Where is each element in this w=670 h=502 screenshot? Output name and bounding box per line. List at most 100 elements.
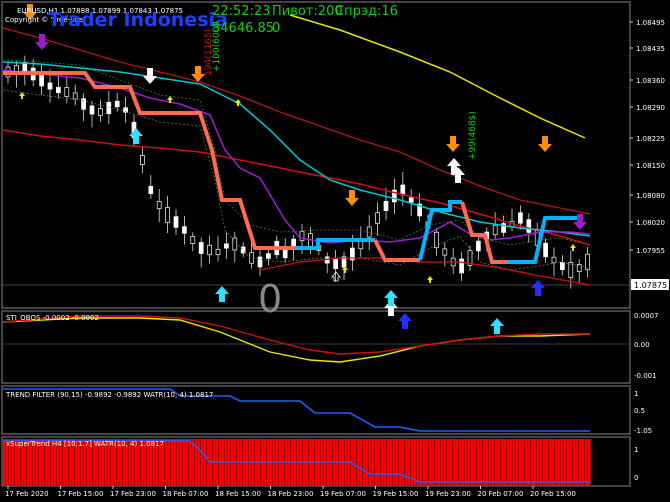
trend-tick-mid: 0.5: [634, 407, 645, 415]
candle-body: [156, 201, 162, 209]
sell-arrow-icon: [345, 190, 359, 206]
vertical-profit-label: +100(600): [212, 23, 222, 72]
histogram-bar: [366, 439, 369, 485]
histogram-bar: [390, 439, 393, 485]
histogram-bar: [186, 439, 189, 485]
histogram-bar: [498, 439, 501, 485]
candle-body: [198, 242, 204, 254]
histogram-bar: [555, 439, 558, 485]
histogram-bar: [480, 439, 483, 485]
histogram-bar: [357, 439, 360, 485]
candle-body: [526, 219, 532, 233]
histogram-bar: [486, 439, 489, 485]
histogram-bar: [384, 439, 387, 485]
histogram-bar: [531, 439, 534, 485]
time-tick-label: 19 Feb 15:00: [373, 490, 419, 498]
candle-body: [165, 207, 170, 223]
candle-body: [173, 216, 179, 228]
histogram-bar: [567, 439, 570, 485]
candle-body: [39, 73, 44, 87]
buy-arrow-icon: [215, 286, 229, 302]
clock-text: 22:52:23: [212, 4, 270, 19]
histogram-bar: [165, 439, 168, 485]
histogram-bar: [552, 439, 555, 485]
histogram-bar: [492, 439, 495, 485]
minor-signal-icon: [427, 276, 433, 283]
trading-chart[interactable]: 1.08495 1.08435 1.08360 1.08290 1.08225 1.081…: [0, 0, 670, 502]
candle-body: [148, 186, 154, 194]
histogram-bar: [456, 439, 459, 485]
candle-body: [459, 258, 464, 274]
histogram-bar: [429, 439, 432, 485]
histogram-bar: [546, 439, 549, 485]
price-tick-label: 1.07955: [636, 247, 665, 255]
cyan-moving-average: [2, 61, 591, 237]
signal-arrows: [19, 4, 587, 334]
sell-arrow-icon: [191, 66, 205, 82]
candle-body: [56, 86, 61, 94]
histogram-bar: [513, 439, 516, 485]
candle-body: [492, 224, 498, 236]
candle-body: [400, 184, 406, 196]
histogram-bar: [522, 439, 525, 485]
lower-red-line: [259, 257, 591, 286]
candle-body: [383, 201, 389, 211]
histogram-bar: [459, 439, 462, 485]
time-tick-label: 19 Feb 23:00: [425, 490, 471, 498]
candle-body: [215, 248, 221, 256]
vertical-profit-label-2: +99(468$): [468, 111, 478, 160]
histogram-bar: [405, 439, 408, 485]
histogram-bar: [423, 439, 426, 485]
histogram-bar: [180, 439, 183, 485]
time-tick-label: 18 Feb 15:00: [215, 490, 261, 498]
histogram-bar: [204, 439, 207, 485]
histogram-bar: [528, 439, 531, 485]
price-tick-label: 1.08360: [636, 77, 665, 85]
histogram-bar: [477, 439, 480, 485]
histogram-bar: [435, 439, 438, 485]
gray-dotted-envelope: [2, 89, 591, 271]
supertrend-down: [3, 71, 295, 250]
buy-arrow-icon: [384, 290, 398, 306]
histogram-bar: [462, 439, 465, 485]
sell-arrow-icon: [538, 136, 552, 152]
histogram-bar: [576, 439, 579, 485]
price-tick-label: 1.08020: [636, 219, 665, 227]
candle-body: [72, 92, 78, 100]
sell-arrow-icon: [446, 136, 460, 152]
histogram-bar: [414, 439, 417, 485]
big-zero-label: 0: [258, 277, 282, 321]
histogram-bar: [501, 439, 504, 485]
time-tick-label: 19 Feb 07:00: [320, 490, 366, 498]
candle-body: [257, 256, 263, 268]
price-tick-label: 1.08495: [636, 19, 665, 27]
histogram-bar: [585, 439, 588, 485]
histogram-bar: [417, 439, 420, 485]
trend-tick-bot: -1.05: [634, 427, 652, 435]
buy-arrow-icon: [398, 313, 412, 329]
price-tick-label: 1.08080: [636, 192, 665, 200]
candle-body: [551, 256, 557, 264]
price-tick-label: 1.08435: [636, 45, 665, 53]
histogram-bar: [438, 439, 441, 485]
green-dotted-envelope: [2, 59, 591, 246]
histogram-bar: [588, 439, 591, 485]
candle-body: [224, 243, 229, 249]
time-tick-label: 17 Feb 15:00: [58, 490, 104, 498]
histogram-bar: [399, 439, 402, 485]
histogram-bar: [516, 439, 519, 485]
histogram-bar: [453, 439, 456, 485]
histogram-bar: [561, 439, 564, 485]
histogram-bar: [504, 439, 507, 485]
histogram-bar: [483, 439, 486, 485]
histogram-bar: [378, 439, 381, 485]
histogram-bar: [174, 439, 177, 485]
candle-body: [106, 102, 112, 114]
histogram-bar: [354, 439, 357, 485]
time-tick-label: 20 Feb 15:00: [530, 490, 576, 498]
histogram-bar: [537, 439, 540, 485]
histogram-bar: [171, 439, 174, 485]
histogram-bar: [432, 439, 435, 485]
histogram-bar: [369, 439, 372, 485]
current-price-label: 1.07875: [634, 281, 667, 290]
